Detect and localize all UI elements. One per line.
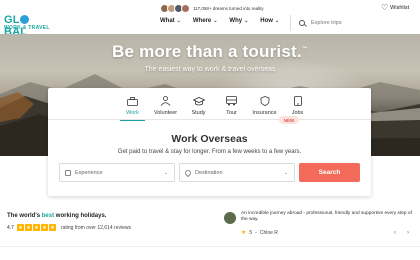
chevron-down-icon: ⌄ (244, 18, 249, 24)
explore-search-input[interactable] (311, 20, 366, 26)
nav-label: Why (229, 18, 243, 24)
prev-review-button[interactable]: ‹ (394, 230, 396, 236)
star-icon: ★ (32, 224, 40, 231)
site-logo[interactable]: GLBAL WORK & TRAVEL (4, 14, 52, 38)
ratings-summary: 4.7 ★ ★ ★ ★ ★ rating from over 12,614 re… (7, 224, 131, 231)
graduation-cap-icon (192, 96, 205, 106)
tab-label: Work (126, 110, 139, 116)
location-pin-icon (183, 168, 193, 177)
star-icon: ★ (241, 230, 247, 236)
rating-text: rating from over 12,614 reviews (60, 224, 131, 231)
star-icon: ★ (16, 224, 24, 231)
wishlist-label: Wishlist (390, 4, 410, 11)
document-icon (65, 169, 71, 176)
chevron-down-icon: ⌄ (163, 169, 168, 176)
review-author: Chloe R (259, 229, 278, 236)
review-score: 5 (249, 229, 253, 236)
rating-score: 4.7 (7, 224, 14, 231)
tab-label: Study (191, 110, 206, 116)
globe-icon (20, 15, 30, 24)
tab-tour[interactable]: Tour (215, 88, 248, 120)
avatar-group (160, 3, 190, 13)
search-icon (299, 20, 305, 26)
nav-label: How (260, 18, 273, 24)
destination-placeholder: Destination (195, 169, 223, 176)
nav-label: What (160, 18, 175, 24)
experience-placeholder: Experience (75, 169, 103, 176)
next-review-button[interactable]: › (407, 230, 409, 236)
chevron-down-icon: ⌄ (176, 18, 181, 24)
card-title: Work Overseas (171, 133, 248, 145)
logo-tagline: WORK & TRAVEL (4, 25, 50, 31)
avatar (181, 3, 190, 13)
explore-search (290, 15, 368, 31)
nav-item-why[interactable]: Why ⌄ (229, 18, 248, 24)
site-header: GLBAL WORK & TRAVEL 117,058+ dreams turn… (0, 0, 420, 38)
nav-item-how[interactable]: How ⌄ (260, 18, 279, 24)
experience-select[interactable]: Experience ⌄ (59, 163, 175, 182)
separator: - (255, 229, 257, 236)
dreams-counter: 117,058+ dreams turned into reality (160, 3, 264, 13)
nav-item-what[interactable]: What ⌄ (160, 18, 181, 24)
volunteer-icon (160, 96, 172, 106)
reviewer-avatar (224, 212, 236, 224)
tab-volunteer[interactable]: Volunteer (149, 88, 182, 120)
tab-label: Tour (226, 110, 237, 116)
nav-item-where[interactable]: Where ⌄ (193, 18, 218, 24)
tab-label: Volunteer (153, 110, 178, 116)
review-meta: ★ 5 - Chloe R (241, 229, 278, 237)
chevron-down-icon: ⌄ (283, 169, 288, 176)
chevron-down-icon: ⌄ (213, 18, 218, 24)
section-divider (0, 246, 420, 247)
hero-subtitle: The easiest way to work & travel oversea… (144, 66, 276, 73)
dreams-text: 117,058+ dreams turned into reality (193, 5, 264, 11)
card-subtitle: Get paid to travel & stay for longer. Fr… (117, 149, 302, 155)
star-icon: ★ (24, 224, 32, 231)
tab-label: Insurance (252, 110, 277, 116)
tab-work[interactable]: Work (116, 88, 149, 121)
main-nav: What ⌄ Where ⌄ Why ⌄ How ⌄ (160, 18, 279, 24)
destination-select[interactable]: Destination ⌄ (179, 163, 295, 182)
star-icon: ★ (48, 224, 56, 231)
tab-insurance[interactable]: Insurance (248, 88, 281, 120)
category-tabs: Work Volunteer Study Tour Insurance Jobs (48, 88, 371, 121)
phone-icon (292, 96, 304, 106)
trip-search-card: Work Volunteer Study Tour Insurance Jobs… (48, 88, 371, 196)
wishlist-link[interactable]: ♡ Wishlist (381, 3, 409, 12)
ratings-heading: The world's best working holidays. (7, 213, 107, 219)
bus-icon (226, 96, 238, 106)
new-badge: NEW (279, 116, 299, 124)
chevron-down-icon: ⌄ (274, 18, 280, 24)
heart-icon: ♡ (381, 3, 389, 12)
shield-icon (259, 96, 271, 106)
nav-label: Where (192, 18, 212, 24)
tab-study[interactable]: Study (182, 88, 215, 120)
star-icon: ★ (40, 224, 48, 231)
review-text: An incredible journey abroad - professio… (241, 211, 412, 222)
rating-stars: ★ ★ ★ ★ ★ (16, 224, 56, 231)
hero-title: Be more than a tourist.™ (112, 42, 308, 61)
briefcase-icon (127, 96, 139, 106)
search-button[interactable]: Search (299, 163, 360, 182)
